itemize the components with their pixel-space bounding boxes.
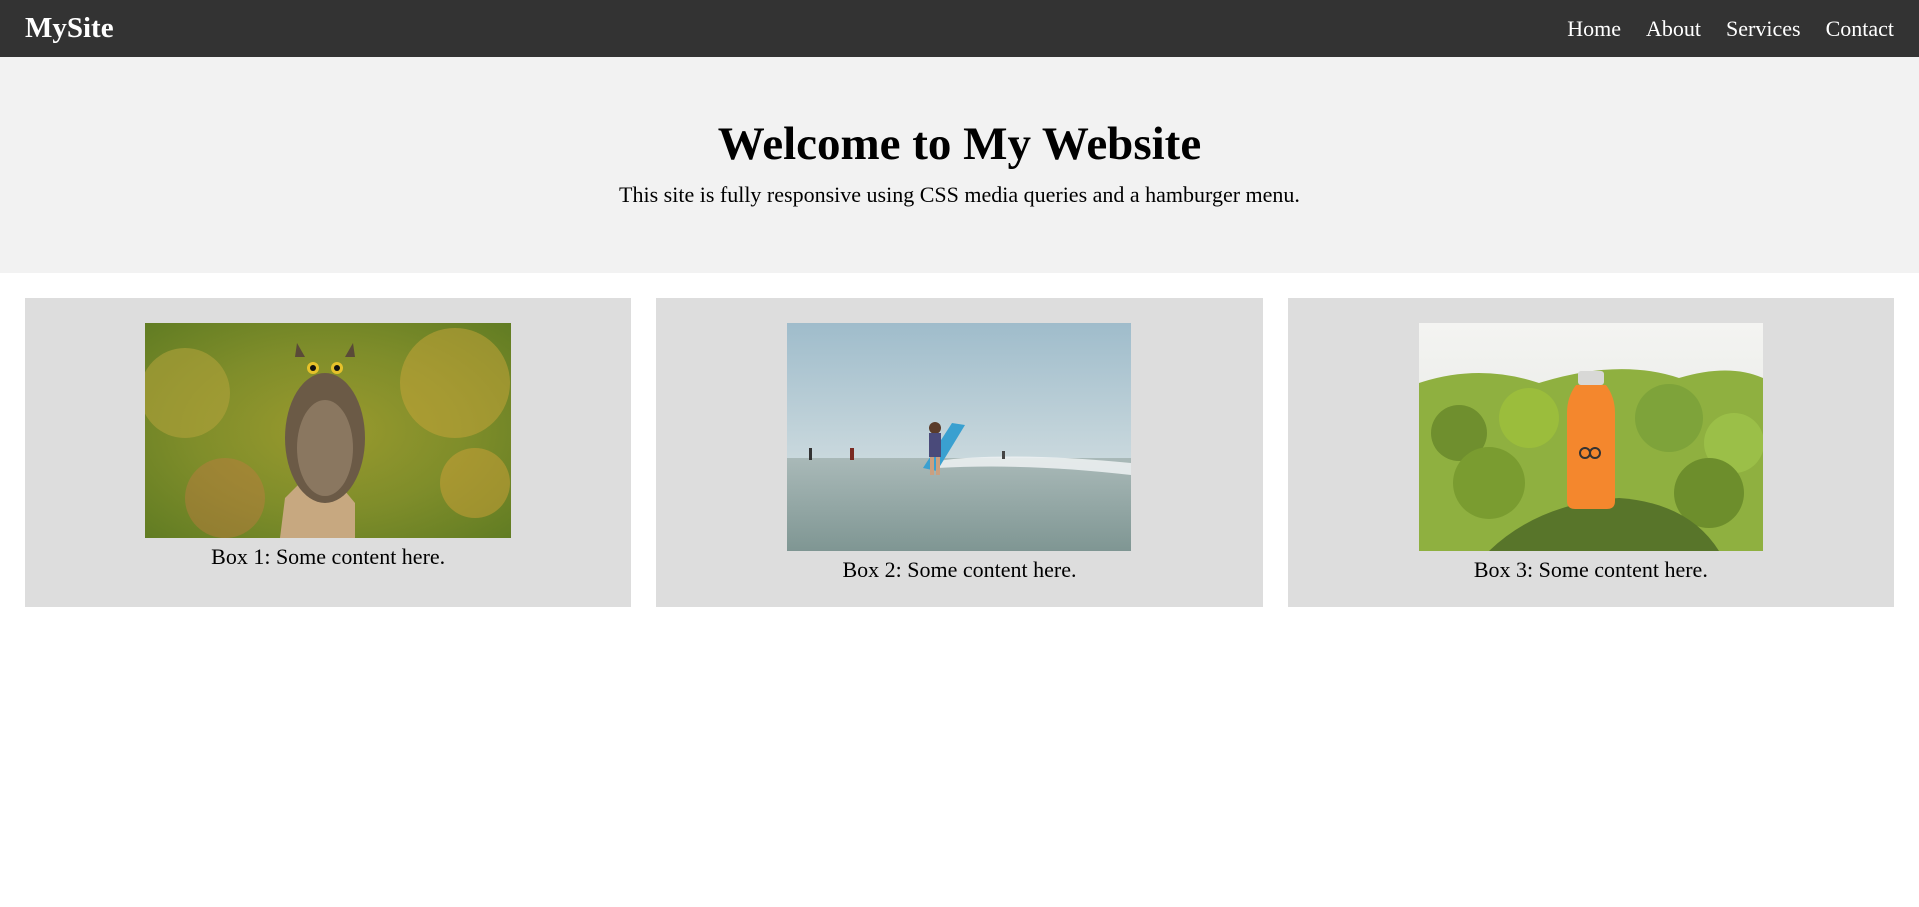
nav-link-about[interactable]: About <box>1646 16 1701 42</box>
nav-links: Home About Services Contact <box>1567 16 1894 42</box>
nav-link-services[interactable]: Services <box>1726 16 1801 42</box>
box-1-text: Box 1: Some content here. <box>211 544 446 569</box>
hero-subtitle: This site is fully responsive using CSS … <box>619 182 1300 207</box>
content-box-1: Box 1: Some content here. <box>25 298 632 607</box>
content-box-3: Box 3: Some content here. <box>1287 298 1894 607</box>
site-logo[interactable]: MySite <box>25 12 114 45</box>
hero-title: Welcome to My Website <box>717 118 1202 170</box>
content-boxes: Box 1: Some content here. Box 2: Some co… <box>0 273 1919 607</box>
owl-photo <box>145 323 512 538</box>
nav-link-home[interactable]: Home <box>1567 16 1621 42</box>
navbar: MySite Home About Services Contact <box>0 0 1919 57</box>
content-box-2: Box 2: Some content here. <box>656 298 1263 607</box>
hero-section: Welcome to My Website This site is fully… <box>0 57 1919 273</box>
orange-bottle-on-moss-photo <box>1418 323 1763 551</box>
box-3-text: Box 3: Some content here. <box>1473 557 1708 582</box>
nav-link-contact[interactable]: Contact <box>1826 16 1894 42</box>
box-2-text: Box 2: Some content here. <box>842 557 1077 582</box>
beach-boy-surfboard-photo <box>787 323 1132 551</box>
